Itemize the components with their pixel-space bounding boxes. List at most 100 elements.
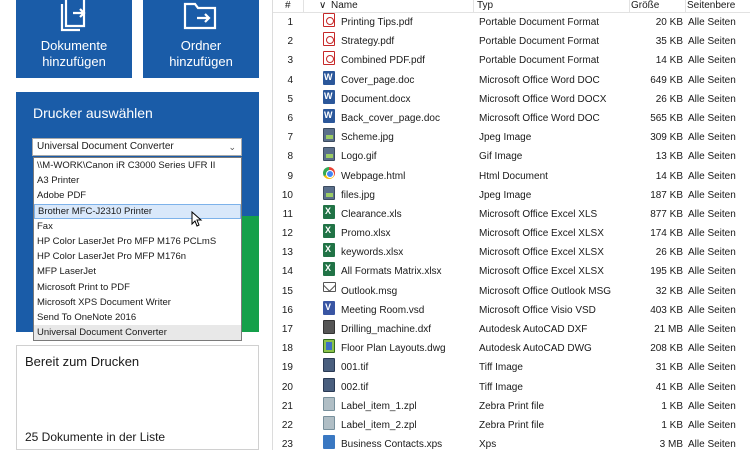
add-documents-label-2: hinzufügen: [42, 54, 106, 69]
img-file-icon: [323, 185, 335, 200]
file-size: 20 KB: [655, 17, 683, 28]
file-size: 174 KB: [650, 228, 683, 240]
printer-select[interactable]: Universal Document Converter ⌄: [32, 138, 242, 156]
file-list: # ∨ Name Typ Größe Seitenbere 1 Printing …: [272, 0, 750, 450]
file-name: 002.tif: [341, 381, 369, 393]
page-range: Alle Seiten: [688, 112, 736, 124]
add-documents-button[interactable]: Dokumente hinzufügen: [16, 0, 132, 78]
file-type: Zebra Print file: [479, 400, 545, 412]
mouse-cursor-icon: [191, 211, 203, 227]
printer-option[interactable]: Microsoft Print to PDF: [34, 280, 241, 295]
table-row[interactable]: 18 Floor Plan Layouts.dwg Autodesk AutoCAD…: [273, 339, 750, 358]
row-number: 23: [281, 439, 293, 450]
row-number: 22: [281, 419, 293, 431]
col-header-type[interactable]: Typ: [477, 0, 493, 12]
table-row[interactable]: 21 Label_item_1.zpl Zebra Print file 1 KB Al…: [273, 396, 750, 416]
file-size: 13 KB: [655, 151, 683, 163]
col-header-name[interactable]: Name: [331, 0, 358, 12]
table-row[interactable]: 13 keywords.xlsx Microsoft Office Excel XL…: [273, 240, 750, 262]
row-number: 3: [287, 55, 293, 67]
table-row[interactable]: 1 Printing Tips.pdf Portable Document Form…: [273, 13, 750, 32]
zpl-file-icon: [323, 396, 335, 411]
file-name: Webpage.html: [341, 170, 406, 182]
xls-file-icon: [323, 240, 335, 259]
page-range: Alle Seiten: [688, 439, 736, 450]
row-number: 13: [281, 247, 293, 259]
printer-option[interactable]: MFP LaserJet: [34, 264, 241, 279]
printer-option[interactable]: HP Color LaserJet Pro MFP M176n: [34, 249, 241, 264]
printer-option[interactable]: Send To OneNote 2016: [34, 310, 241, 325]
table-row[interactable]: 9 Webpage.html Html Document 14 KB Alle Seit…: [273, 166, 750, 186]
table-row[interactable]: 4 Cover_page.doc Microsoft Office Word DOC…: [273, 68, 750, 90]
printer-option[interactable]: \\M-WORK\Canon iR C3000 Series UFR II: [34, 158, 241, 173]
table-row[interactable]: 10 files.jpg Jpeg Image 187 KB Alle Seiten: [273, 185, 750, 205]
print-button[interactable]: [242, 216, 259, 332]
zpl-file-icon: [323, 415, 335, 430]
table-row[interactable]: 11 Clearance.xls Microsoft Office Excel XL…: [273, 202, 750, 224]
table-row[interactable]: 2 Strategy.pdf Portable Document Format 35 …: [273, 32, 750, 51]
file-type: Microsoft Office Visio VSD: [479, 304, 596, 316]
printer-option-hovered[interactable]: Brother MFC-J2310 Printer: [34, 203, 241, 219]
page-range: Alle Seiten: [688, 304, 736, 316]
col-header-size[interactable]: Größe: [631, 0, 659, 12]
table-row[interactable]: 14 All Formats Matrix.xlsx Microsoft Offic…: [273, 259, 750, 281]
table-row[interactable]: 16 Meeting Room.vsd Microsoft Office Visio…: [273, 298, 750, 320]
file-type: Microsoft Office Excel XLSX: [479, 266, 604, 278]
vsd-file-icon: [323, 298, 335, 317]
pdf-file-icon: [323, 13, 335, 27]
file-type: Zebra Print file: [479, 419, 545, 431]
row-number: 1: [287, 17, 293, 28]
page-range: Alle Seiten: [688, 285, 736, 297]
table-row[interactable]: 23 Business Contacts.xps Xps 3 MB Alle Seite…: [273, 435, 750, 450]
printer-option[interactable]: Fax: [34, 219, 241, 234]
table-row[interactable]: 15 Outlook.msg Microsoft Office Outlook MS…: [273, 281, 750, 301]
table-row[interactable]: 22 Label_item_2.zpl Zebra Print file 1 KB Al…: [273, 415, 750, 435]
page-range: Alle Seiten: [688, 208, 736, 220]
row-number: 21: [281, 400, 293, 412]
word-file-icon: [323, 87, 335, 106]
file-type: Autodesk AutoCAD DWG: [479, 343, 592, 355]
table-row[interactable]: 8 Logo.gif Gif Image 13 KB Alle Seiten: [273, 147, 750, 166]
file-size: 195 KB: [650, 266, 683, 278]
table-row[interactable]: 19 001.tif Tiff Image 31 KB Alle Seiten: [273, 358, 750, 377]
file-name: Back_cover_page.doc: [341, 112, 440, 124]
row-number: 4: [287, 74, 293, 86]
row-number: 12: [281, 228, 293, 240]
table-row[interactable]: 12 Promo.xlsx Microsoft Office Excel XLSX 1…: [273, 221, 750, 243]
printer-option[interactable]: Adobe PDF: [34, 188, 241, 203]
table-row[interactable]: 6 Back_cover_page.doc Microsoft Office Wor…: [273, 106, 750, 128]
col-header-num[interactable]: #: [285, 0, 291, 12]
file-type: Microsoft Office Word DOC: [479, 74, 600, 86]
file-name: Business Contacts.xps: [341, 439, 443, 450]
page-range: Alle Seiten: [688, 266, 736, 278]
add-folder-button[interactable]: Ordner hinzufügen: [143, 0, 259, 78]
page-range: Alle Seiten: [688, 228, 736, 240]
printer-select-value: Universal Document Converter: [37, 141, 174, 152]
printer-option[interactable]: Microsoft XPS Document Writer: [34, 295, 241, 310]
printer-dropdown-list[interactable]: \\M-WORK\Canon iR C3000 Series UFR II A3…: [33, 157, 242, 341]
printer-option-selected[interactable]: Universal Document Converter: [34, 325, 241, 341]
printer-option[interactable]: A3 Printer: [34, 173, 241, 188]
img-file-icon: [323, 147, 335, 162]
page-range: Alle Seiten: [688, 74, 736, 86]
document-count: 25 Dokumente in der Liste: [25, 430, 166, 444]
table-row[interactable]: 3 Combined PDF.pdf Portable Document Forma…: [273, 51, 750, 70]
file-type: Html Document: [479, 170, 548, 182]
file-type: Portable Document Format: [479, 55, 600, 67]
table-row[interactable]: 5 Document.docx Microsoft Office Word DOCX…: [273, 87, 750, 109]
table-row[interactable]: 7 Scheme.jpg Jpeg Image 309 KB Alle Seiten: [273, 128, 750, 147]
col-header-pages[interactable]: Seitenbere: [687, 0, 735, 12]
printer-option[interactable]: HP Color LaserJet Pro MFP M176 PCLmS: [34, 234, 241, 249]
row-number: 16: [281, 304, 293, 316]
table-row[interactable]: 20 002.tif Tiff Image 41 KB Alle Seiten: [273, 377, 750, 397]
status-message: Bereit zum Drucken: [25, 354, 140, 369]
file-name: Combined PDF.pdf: [341, 55, 425, 67]
table-row[interactable]: 17 Drilling_machine.dxf Autodesk AutoCAD D…: [273, 320, 750, 339]
file-size: 649 KB: [650, 74, 683, 86]
file-type: Microsoft Office Excel XLSX: [479, 228, 604, 240]
file-name: All Formats Matrix.xlsx: [341, 266, 442, 278]
file-size: 35 KB: [655, 36, 683, 48]
file-name: keywords.xlsx: [341, 247, 404, 259]
page-range: Alle Seiten: [688, 343, 736, 355]
dwg-file-icon: [323, 339, 335, 354]
